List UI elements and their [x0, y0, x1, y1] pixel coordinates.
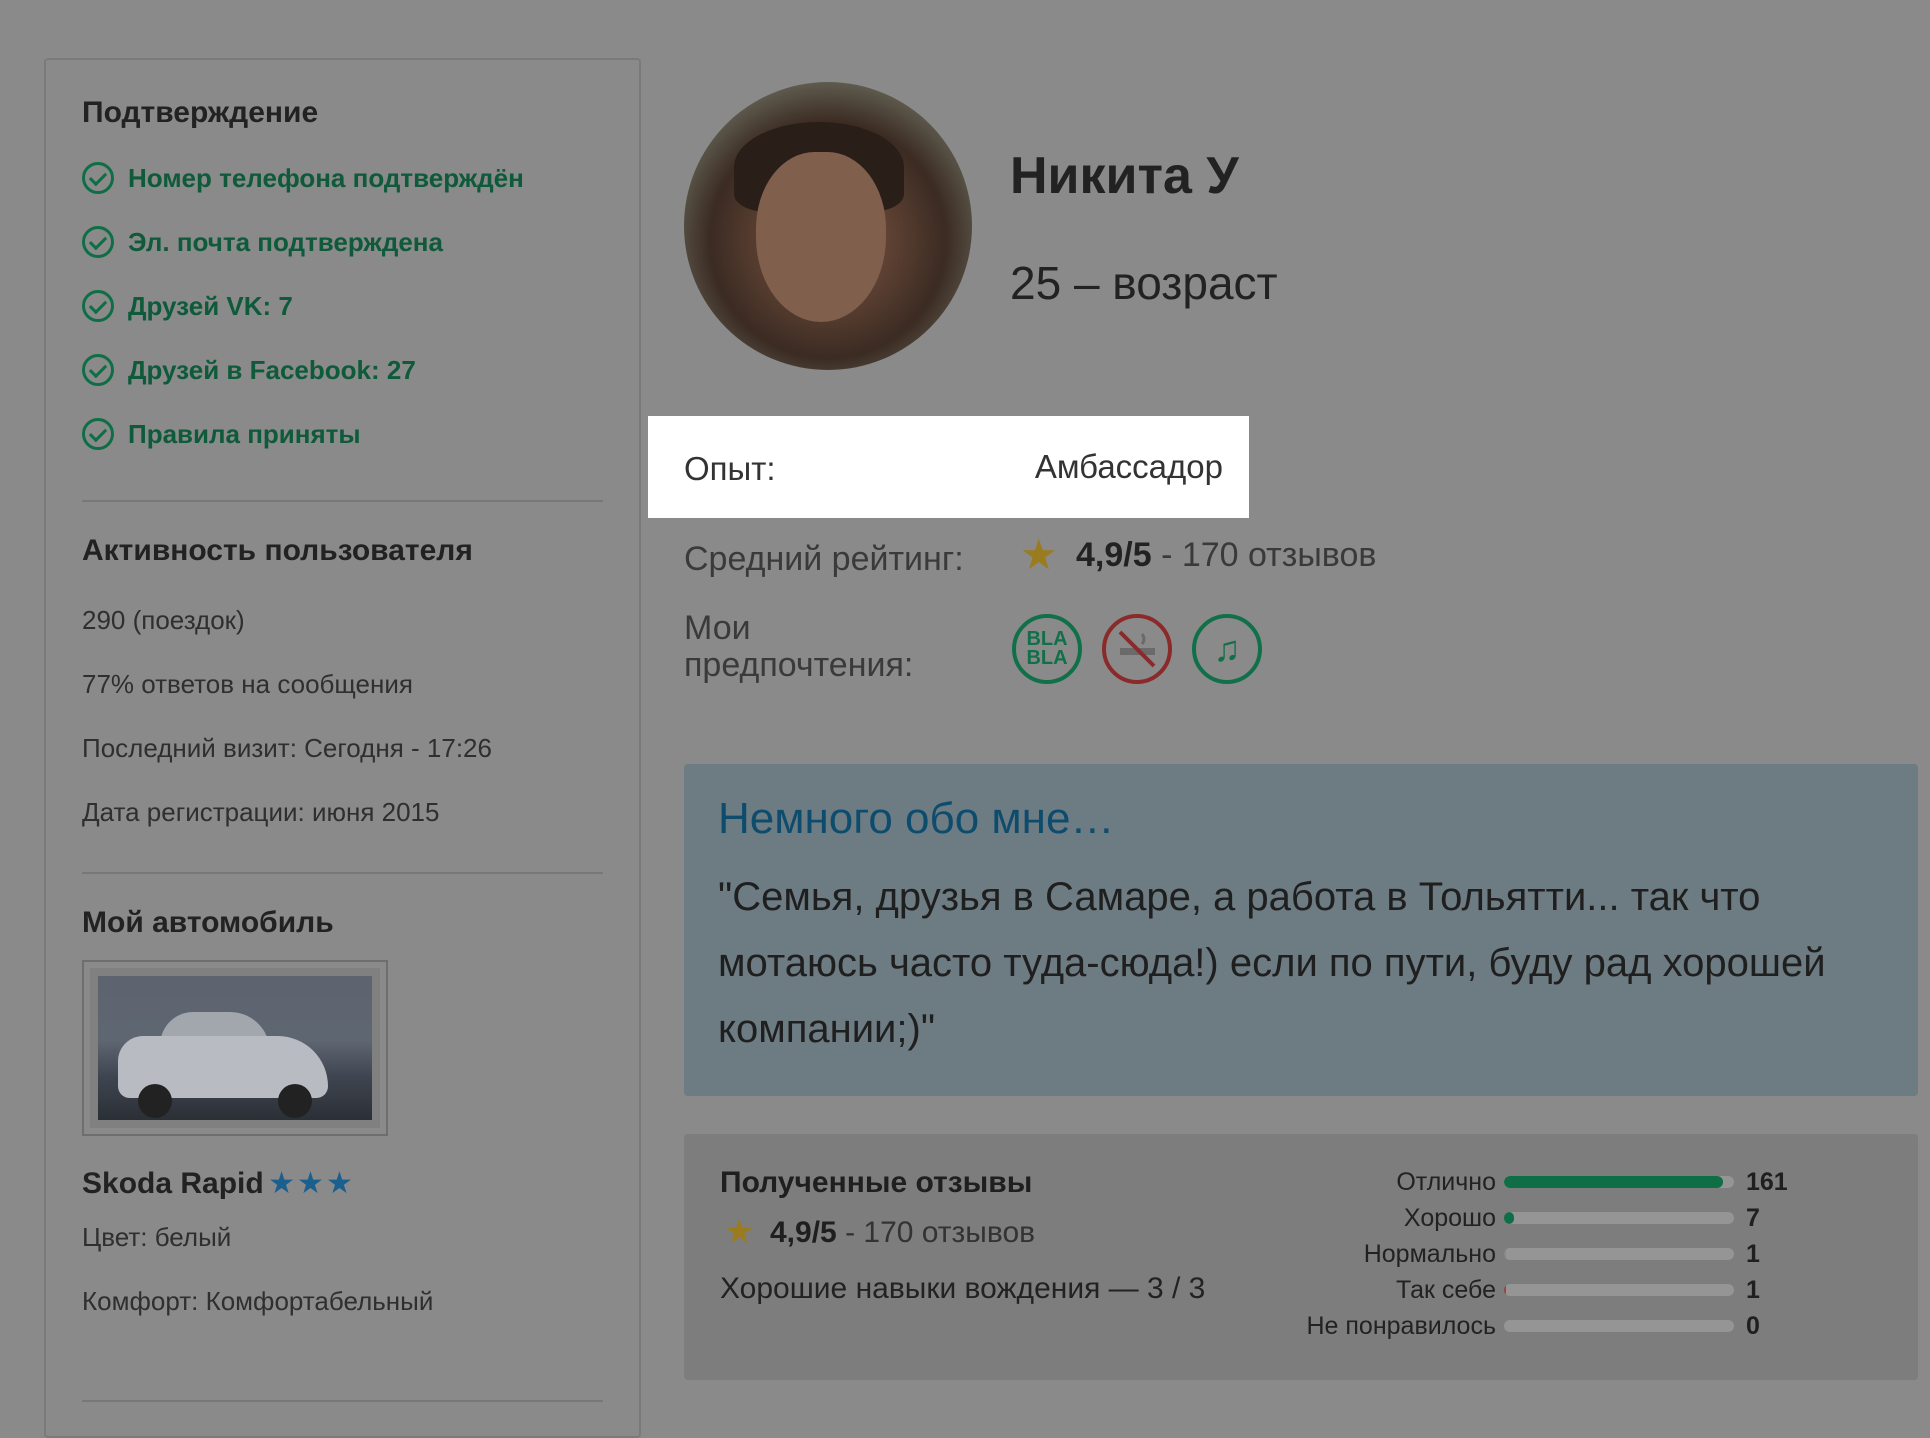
verification-label: Номер телефона подтверждён [128, 162, 524, 193]
car-section: Мой автомобиль Skoda Rapid ★★★ Цвет: бел… [82, 906, 603, 1333]
experience-label: Опыт: [684, 450, 776, 487]
about-text: "Семья, друзья в Самаре, а работа в Толь… [718, 875, 1826, 1051]
rating-count: - 170 отзывов [1151, 536, 1377, 574]
rating-bar-label: Отлично [1396, 1167, 1496, 1196]
reviews-count: - 170 отзывов [836, 1216, 1036, 1249]
blabla-icon[interactable]: BLA BLA [1012, 614, 1082, 684]
rating-breakdown: Отлично 161 Хорошо 7 Нормально 1 Так себ… [1078, 1164, 1878, 1344]
rating-bar-row: Отлично 161 [1078, 1164, 1878, 1200]
verification-item: Номер телефона подтверждён [82, 146, 603, 210]
about-section: Немного обо мне… "Семья, друзья в Самаре… [684, 764, 1918, 1096]
verification-section: Подтверждение Номер телефона подтверждён… [82, 96, 603, 466]
car-comfort-stars-icon: ★★★ [268, 1167, 355, 1200]
car-comfort: Комфорт: Комфортабельный [82, 1286, 434, 1316]
average-rating: 4,9/5 - 170 отзывов [1076, 536, 1376, 575]
verification-label: Друзей в Facebook: 27 [128, 354, 416, 385]
last-visit: Последний визит: Сегодня - 17:26 [82, 733, 492, 763]
rating-bar-row: Не понравилось 0 [1078, 1308, 1878, 1344]
car-photo[interactable] [82, 960, 388, 1136]
verification-label: Правила приняты [128, 418, 361, 449]
activity-section: Активность пользователя 290 (поездок) 77… [82, 534, 603, 844]
rating-bar-label: Так себе [1396, 1275, 1496, 1304]
rating-bar-count: 161 [1746, 1167, 1788, 1196]
rating-bar-track [1504, 1320, 1734, 1332]
car-title: Мой автомобиль [82, 906, 334, 939]
experience-row: Опыт: Амбассадор [648, 416, 1249, 518]
experience-value: Амбассадор [1034, 448, 1223, 485]
rating-bar-fill [1504, 1212, 1515, 1224]
rating-bar-count: 7 [1746, 1203, 1760, 1232]
verification-label: Друзей VK: 7 [128, 290, 293, 321]
rating-bar-count: 0 [1746, 1311, 1760, 1340]
car-name: Skoda Rapid [82, 1167, 264, 1200]
sidebar: Подтверждение Номер телефона подтверждён… [44, 58, 641, 1438]
reviews-title: Полученные отзывы [720, 1166, 1033, 1199]
reviews-rating: 4,9/5 - 170 отзывов [770, 1216, 1035, 1250]
rating-bar-row: Так себе 1 [1078, 1272, 1878, 1308]
rating-bar-row: Нормально 1 [1078, 1236, 1878, 1272]
registration-date: Дата регистрации: июня 2015 [82, 797, 440, 827]
rating-bar-track [1504, 1176, 1734, 1188]
rating-bar-track [1504, 1284, 1734, 1296]
check-circle-icon [82, 226, 114, 258]
rating-bar-track [1504, 1212, 1734, 1224]
verification-item: Друзей VK: 7 [82, 274, 603, 338]
verification-title: Подтверждение [82, 96, 319, 129]
no-smoking-icon[interactable] [1102, 614, 1172, 684]
star-icon: ★ [724, 1213, 755, 1251]
rating-bar-fill [1504, 1284, 1507, 1296]
rating-bar-track [1504, 1248, 1734, 1260]
rating-bar-label: Не понравилось [1306, 1311, 1496, 1340]
verification-item: Правила приняты [82, 402, 603, 466]
divider [82, 872, 603, 874]
verification-list: Номер телефона подтверждён Эл. почта под… [82, 146, 603, 466]
check-circle-icon [82, 354, 114, 386]
user-age: 25 – возраст [1010, 257, 1278, 309]
rating-bar-fill [1504, 1248, 1507, 1260]
rating-bar-label: Нормально [1363, 1239, 1496, 1268]
star-icon: ★ [1020, 531, 1058, 578]
music-icon[interactable]: ♫ [1192, 614, 1262, 684]
trips-count: 290 (поездок) [82, 605, 245, 635]
user-name: Никита У [1010, 147, 1239, 205]
reviews-score: 4,9/5 [770, 1216, 837, 1249]
verification-item: Эл. почта подтверждена [82, 210, 603, 274]
verification-item: Друзей в Facebook: 27 [82, 338, 603, 402]
rating-bar-row: Хорошо 7 [1078, 1200, 1878, 1236]
average-rating-label: Средний рейтинг: [684, 540, 964, 578]
preferences-label: Мои предпочтения: [684, 609, 914, 684]
car-color: Цвет: белый [82, 1222, 232, 1252]
reviews-section: Полученные отзывы ★ 4,9/5 - 170 отзывов … [684, 1134, 1918, 1380]
verification-label: Эл. почта подтверждена [128, 226, 443, 257]
rating-score: 4,9/5 [1076, 536, 1152, 574]
activity-title: Активность пользователя [82, 534, 473, 567]
rating-bar-count: 1 [1746, 1239, 1760, 1268]
avatar[interactable] [684, 82, 972, 370]
check-circle-icon [82, 162, 114, 194]
check-circle-icon [82, 290, 114, 322]
rating-bar-fill [1504, 1176, 1723, 1188]
divider [82, 1400, 603, 1402]
rating-bar-count: 1 [1746, 1275, 1760, 1304]
response-rate: 77% ответов на сообщения [82, 669, 413, 699]
about-title: Немного обо мне… [718, 794, 1115, 843]
check-circle-icon [82, 418, 114, 450]
divider [82, 500, 603, 502]
rating-bar-label: Хорошо [1403, 1203, 1496, 1232]
car-image [90, 968, 380, 1128]
